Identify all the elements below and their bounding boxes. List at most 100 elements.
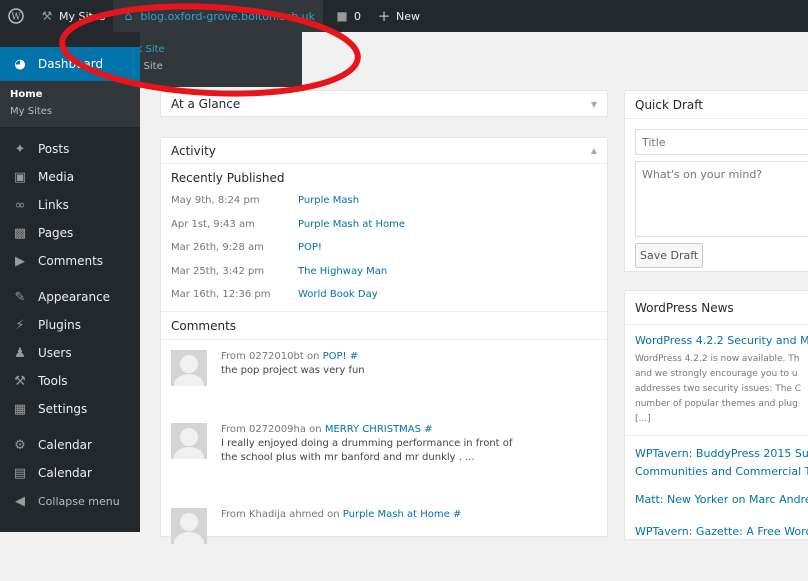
widget-title: At a Glance — [171, 97, 241, 111]
sidebar-item-pages[interactable]: ▩ Pages — [0, 219, 140, 247]
sidebar-item-dashboard[interactable]: ◕ Dashboard — [0, 47, 140, 81]
publish-date: Apr 1st, 9:43 am — [171, 218, 255, 230]
comment-item: From 0272010bt on POP! # the pop project… — [161, 340, 607, 413]
sidebar-item-calendar-gear[interactable]: ⚙ Calendar — [0, 431, 140, 459]
widget-header[interactable]: WordPress News — [625, 291, 808, 325]
excerpt-line: [...] — [635, 414, 651, 424]
sidebar-item-label: Dashboard — [38, 57, 104, 71]
plugins-icon: ⚡ — [15, 317, 25, 333]
avatar — [171, 349, 207, 386]
new-label: New — [396, 9, 421, 23]
comment-author: 0272010bt — [248, 350, 304, 362]
sidebar-item-label: Tools — [38, 374, 68, 388]
comment-post-link[interactable]: Purple Mash at Home — [343, 509, 450, 520]
excerpt-line: number of popular themes and plug — [635, 399, 798, 409]
pages-icon: ▩ — [13, 225, 27, 241]
excerpt-line: WordPress 4.2.2 is now available. Th — [635, 354, 800, 364]
from-label: From — [221, 423, 246, 435]
sidebar-item-users[interactable]: ♟ Users — [0, 339, 140, 367]
dashboard-submenu: Home My Sites — [0, 81, 140, 127]
quick-draft-widget: Quick Draft Title What's on your mind? S… — [624, 90, 808, 272]
sidebar-item-calendar[interactable]: ▤ Calendar — [0, 459, 140, 487]
widget-header[interactable]: Quick Draft — [625, 91, 808, 119]
news-link[interactable]: Communities and Commercial Th — [625, 463, 808, 481]
toggle-arrow-icon[interactable]: ▲ — [591, 146, 597, 155]
publish-date: May 9th, 8:24 pm — [171, 195, 260, 207]
comment-body: From 0272009ha on MERRY CHRISTMAS # I re… — [221, 423, 521, 508]
news-link[interactable]: WPTavern: BuddyPress 2015 Surv — [625, 445, 808, 463]
sidebar-item-label: Links — [38, 198, 69, 212]
sidebar-item-settings[interactable]: ▦ Settings — [0, 395, 140, 423]
wordpress-logo-icon[interactable]: W — [0, 0, 32, 32]
comment-meta: From 0272010bt on POP! # — [221, 350, 365, 364]
sidebar-item-media[interactable]: ▣ Media — [0, 163, 140, 191]
admin-sidebar: ◕ Dashboard Home My Sites ✦ Posts ▣ Media … — [0, 32, 140, 532]
news-excerpt: WordPress 4.2.2 is now available. Th and… — [625, 352, 808, 427]
toggle-arrow-icon[interactable]: ▼ — [591, 100, 597, 109]
sidebar-item-appearance[interactable]: ✎ Appearance — [0, 283, 140, 311]
news-link[interactable]: Matt: New Yorker on Marc Andre — [625, 491, 808, 509]
sidebar-item-posts[interactable]: ✦ Posts — [0, 135, 140, 163]
comment-post-link[interactable]: MERRY CHRISTMAS — [325, 424, 421, 435]
sidebar-item-label: Users — [38, 346, 72, 360]
widget-header[interactable]: At a Glance ▼ — [161, 91, 607, 117]
sidebar-item-label: Appearance — [38, 290, 111, 304]
recently-published-heading: Recently Published — [171, 171, 285, 185]
my-sites-label: My Sites — [59, 9, 106, 23]
my-sites-menu[interactable]: ⚒ My Sites — [32, 0, 113, 32]
list-item: Mar 26th, 9:28 am POP! — [161, 236, 607, 260]
draft-title-input[interactable]: Title — [635, 129, 808, 155]
post-link[interactable]: POP! — [298, 242, 322, 253]
sidebar-item-label: Pages — [38, 226, 74, 240]
excerpt-line: addresses two security issues: The C — [635, 384, 802, 394]
submenu-home[interactable]: Home — [0, 86, 140, 103]
comment-item: From Khadija ahmed on Purple Mash at Hom… — [161, 507, 607, 581]
comment-permalink[interactable]: # — [424, 424, 432, 435]
sidebar-item-label: Calendar — [38, 466, 92, 480]
sidebar-item-label: Calendar — [38, 438, 92, 452]
submenu-my-sites[interactable]: My Sites — [0, 103, 140, 120]
sidebar-item-tools[interactable]: ⚒ Tools — [0, 367, 140, 395]
sidebar-item-label: Plugins — [38, 318, 81, 332]
comments-menu[interactable]: ■ 0 — [323, 0, 369, 32]
comment-body: From Khadija ahmed on Purple Mash at Hom… — [221, 508, 461, 581]
sidebar-item-label: Media — [38, 170, 75, 184]
post-link[interactable]: World Book Day — [298, 289, 378, 300]
comment-permalink[interactable]: # — [453, 509, 461, 520]
post-link[interactable]: Purple Mash at Home — [298, 219, 405, 230]
sidebar-item-collapse[interactable]: ◀ Collapse menu — [0, 487, 140, 515]
publish-date: Mar 26th, 9:28 am — [171, 242, 264, 254]
comment-text: I really enjoyed doing a drumming perfor… — [221, 437, 513, 463]
save-draft-button[interactable]: Save Draft — [635, 243, 704, 268]
sidebar-item-plugins[interactable]: ⚡ Plugins — [0, 311, 140, 339]
comment-post-link[interactable]: POP! — [323, 351, 347, 362]
site-name-menu[interactable]: ⌂ blog.oxford-grove.bolton.sch.uk — [113, 0, 324, 32]
comment-author: Khadija ahmed — [248, 508, 324, 520]
new-content-menu[interactable]: + New — [369, 0, 428, 32]
widget-title: Quick Draft — [635, 97, 703, 112]
published-list: May 9th, 8:24 pm Purple Mash Apr 1st, 9:4… — [161, 189, 607, 307]
post-link[interactable]: The Highway Man — [298, 266, 387, 277]
comments-icon: ▶ — [15, 253, 25, 269]
comment-author: 0272009ha — [248, 423, 306, 435]
wordpress-news-widget: WordPress News WordPress 4.2.2 Security … — [624, 290, 808, 540]
sidebar-item-comments[interactable]: ▶ Comments — [0, 247, 140, 275]
from-label: From — [221, 350, 246, 362]
pushpin-icon: ✦ — [14, 141, 26, 157]
sidebar-item-links[interactable]: ∞ Links — [0, 191, 140, 219]
news-headline-link[interactable]: WordPress 4.2.2 Security and Ma — [625, 334, 808, 347]
draft-content-textarea[interactable]: What's on your mind? — [635, 161, 808, 237]
admin-bar: W ⚒ My Sites ⌂ blog.oxford-grove.bolton.… — [0, 0, 808, 32]
collapse-icon: ◀ — [15, 493, 25, 509]
calendar-icon: ▤ — [13, 465, 27, 481]
avatar — [171, 507, 207, 544]
comments-heading: Comments — [161, 310, 607, 340]
menu-separator — [0, 423, 140, 431]
comment-permalink[interactable]: # — [350, 351, 358, 362]
settings-icon: ▦ — [13, 401, 27, 417]
post-link[interactable]: Purple Mash — [298, 195, 359, 206]
on-label: on — [309, 423, 322, 435]
widget-header[interactable]: Activity ▲ — [161, 138, 607, 164]
sidebar-item-label: Settings — [38, 402, 88, 416]
comment-text: the pop project was very fun — [221, 364, 365, 376]
